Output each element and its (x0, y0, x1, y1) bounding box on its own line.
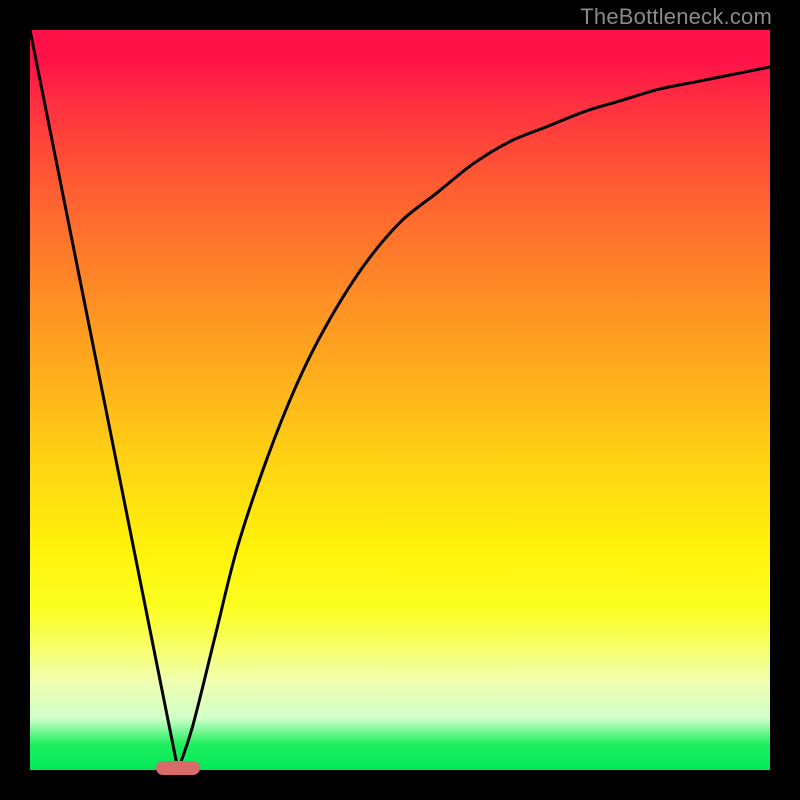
plot-area (30, 30, 770, 770)
chart-container: TheBottleneck.com (0, 0, 800, 800)
optimal-marker (156, 761, 200, 775)
bottleneck-curve (30, 30, 770, 770)
watermark: TheBottleneck.com (580, 4, 772, 30)
